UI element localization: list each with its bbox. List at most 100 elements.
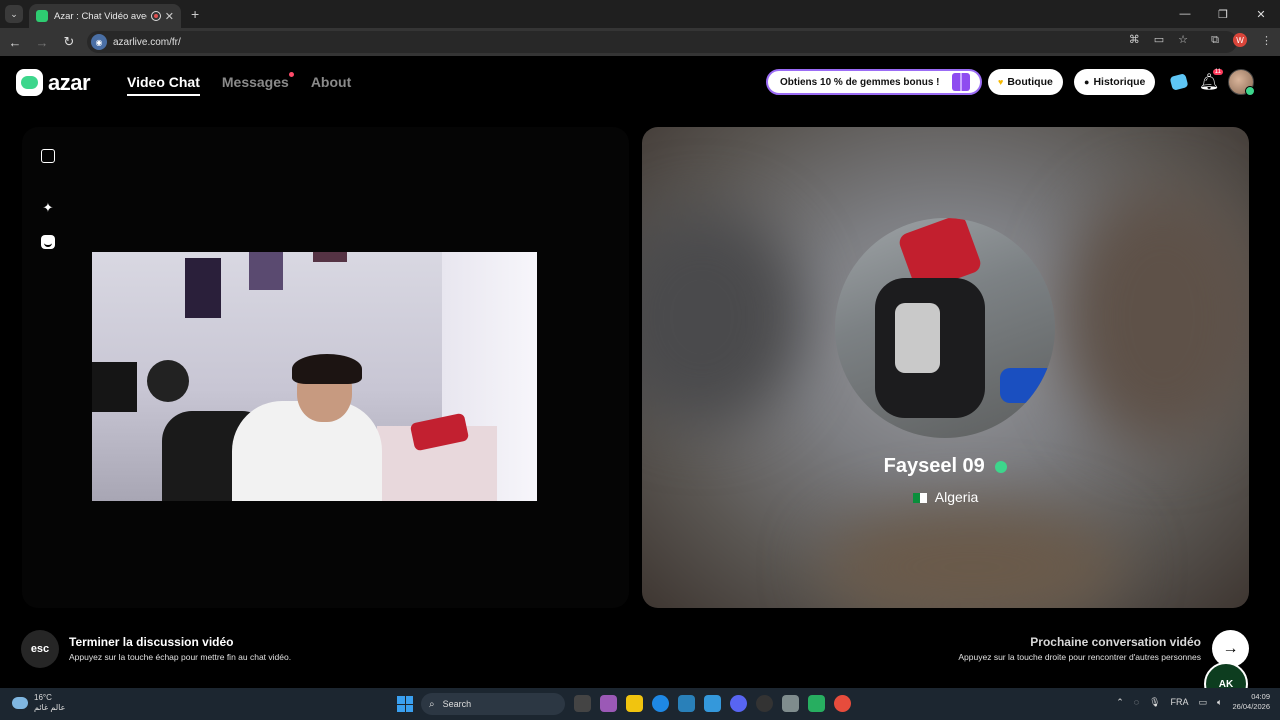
date: 26/04/2026 xyxy=(1232,702,1270,711)
history-button[interactable]: ● Historique xyxy=(1074,69,1156,95)
azar-logo-icon xyxy=(16,69,43,96)
address-bar[interactable]: ◉ azarlive.com/fr/ xyxy=(87,31,1237,53)
store-icon[interactable] xyxy=(678,695,695,712)
task-view-icon[interactable] xyxy=(574,695,591,712)
url-text: azarlive.com/fr/ xyxy=(113,36,181,48)
discord-icon[interactable] xyxy=(730,695,747,712)
nav-about[interactable]: About xyxy=(311,74,351,96)
azar-logo[interactable]: azar xyxy=(16,69,91,96)
cast-icon[interactable]: ▭ xyxy=(1154,33,1164,46)
mic-icon[interactable]: 🎙︎ xyxy=(1149,697,1160,708)
file-explorer-icon[interactable] xyxy=(626,695,643,712)
chrome-icon[interactable] xyxy=(834,695,851,712)
weather-widget[interactable]: 16°C عالم غائم xyxy=(12,693,65,713)
tray-chevron-icon[interactable]: ⌃ xyxy=(1116,697,1124,708)
match-country: Algeria xyxy=(934,489,979,505)
notification-badge: 11 xyxy=(1212,69,1223,75)
next-chat-button[interactable]: → xyxy=(1212,630,1249,667)
app-icon[interactable] xyxy=(808,695,825,712)
face-filter-button[interactable] xyxy=(40,234,56,250)
browser-toolbar: ← → ↻ ◉ azarlive.com/fr/ xyxy=(0,28,1280,56)
close-window-button[interactable]: ✕ xyxy=(1242,0,1280,28)
browser-tab[interactable]: Azar : Chat Vidéo avec de n ✕ xyxy=(29,4,181,28)
history-label: Historique xyxy=(1093,76,1146,88)
display-icon[interactable]: ▭ xyxy=(1199,697,1208,708)
end-chat-subtitle: Appuyez sur la touche échap pour mettre … xyxy=(69,652,292,662)
gem-bonus-promo-button[interactable]: Obtiens 10 % de gemmes bonus ! xyxy=(766,69,982,95)
smiley-icon xyxy=(41,235,55,249)
forward-button[interactable]: → xyxy=(30,30,54,54)
shop-button[interactable]: ♥ Boutique xyxy=(988,69,1063,95)
edge-icon[interactable] xyxy=(652,695,669,712)
nav-messages-label: Messages xyxy=(221,74,289,90)
poster xyxy=(249,252,283,290)
background-blur xyxy=(1062,187,1249,447)
nav-video-chat[interactable]: Video Chat xyxy=(127,74,200,96)
tab-close-icon[interactable]: ✕ xyxy=(165,10,174,23)
my-video-panel: ✦ xyxy=(22,127,629,608)
outlook-icon[interactable] xyxy=(704,695,721,712)
reload-button[interactable]: ↻ xyxy=(57,30,81,54)
extension-area: ⧉ W ⋮ xyxy=(1211,33,1272,47)
profile-avatar[interactable]: W xyxy=(1233,33,1247,47)
match-name-row: Fayseel 09 xyxy=(642,455,1249,478)
notifications-button[interactable]: 🔔︎ 11 xyxy=(1199,69,1223,92)
extensions-icon[interactable]: ⧉ xyxy=(1211,34,1219,47)
my-camera-feed xyxy=(92,252,537,501)
verified-badge-icon xyxy=(995,460,1008,473)
start-button[interactable] xyxy=(397,696,413,712)
bookmark-star-icon[interactable]: ☆ xyxy=(1178,33,1188,46)
scooter-panel xyxy=(895,303,940,373)
pinned-apps xyxy=(574,695,851,712)
app-icon[interactable] xyxy=(756,695,773,712)
shop-label: Boutique xyxy=(1007,76,1053,88)
effects-button[interactable]: ✦ xyxy=(40,200,56,216)
nav-messages[interactable]: Messages xyxy=(221,72,294,96)
minimize-view-icon xyxy=(41,149,55,163)
network-icon[interactable]: ◌ xyxy=(1134,697,1139,707)
tab-title: Azar : Chat Vidéo avec de n xyxy=(54,10,147,22)
gift-icon xyxy=(952,73,970,91)
end-chat-title: Terminer la discussion vidéo xyxy=(69,635,234,649)
new-tab-button[interactable]: + xyxy=(191,6,199,22)
search-placeholder: Search xyxy=(442,699,472,709)
poster xyxy=(313,252,347,262)
promo-label: Obtiens 10 % de gemmes bonus ! xyxy=(780,76,940,88)
user-avatar[interactable] xyxy=(1228,69,1255,96)
maximize-button[interactable]: ❐ xyxy=(1204,0,1242,28)
tab-search-button[interactable]: ⌄ xyxy=(5,5,23,23)
site-info-icon[interactable]: ◉ xyxy=(91,34,107,50)
system-tray: ⌃ ◌ 🎙︎ FRA ▭ 🔈︎ 04:09 26/04/2026 xyxy=(1116,692,1270,712)
match-country-row: Algeria xyxy=(642,489,1249,505)
weather-icon xyxy=(12,697,28,709)
weather-condition: عالم غائم xyxy=(34,703,66,712)
clock[interactable]: 04:09 26/04/2026 xyxy=(1232,692,1270,712)
translate-icon[interactable]: ⌘ xyxy=(1129,33,1140,46)
background-blur xyxy=(642,207,802,427)
match-profile-photo xyxy=(835,218,1055,438)
settings-icon[interactable] xyxy=(782,695,799,712)
minimize-button[interactable]: — xyxy=(1166,0,1204,28)
magic-wand-icon: ✦ xyxy=(42,200,54,215)
heart-gem-icon: ♥ xyxy=(998,77,1004,87)
clock-icon: ● xyxy=(1084,77,1090,87)
browser-tab-bar: ⌄ Azar : Chat Vidéo avec de n ✕ + — ❐ ✕ xyxy=(0,0,1280,28)
recording-icon xyxy=(150,11,161,21)
match-name: Fayseel 09 xyxy=(883,455,985,477)
back-button[interactable]: ← xyxy=(3,30,27,54)
algeria-flag-icon xyxy=(912,493,927,504)
gem-icon xyxy=(1169,73,1189,91)
arm-sleeve xyxy=(1000,368,1055,403)
volume-icon[interactable]: 🔈︎ xyxy=(1217,697,1222,708)
fan xyxy=(147,360,189,402)
taskbar-search[interactable]: ⌕ Search xyxy=(421,693,565,715)
azar-app: azar Video Chat Messages About Obtiens 1… xyxy=(0,56,1280,706)
app-icon[interactable] xyxy=(600,695,617,712)
end-chat-button[interactable]: esc xyxy=(21,630,59,668)
minimize-view-button[interactable] xyxy=(40,148,56,164)
browser-menu-icon[interactable]: ⋮ xyxy=(1261,34,1272,47)
gems-button[interactable] xyxy=(1169,72,1189,92)
person-hair xyxy=(292,354,362,384)
language-indicator[interactable]: FRA xyxy=(1171,697,1189,707)
next-chat-subtitle: Appuyez sur la touche droite pour rencon… xyxy=(958,652,1201,662)
